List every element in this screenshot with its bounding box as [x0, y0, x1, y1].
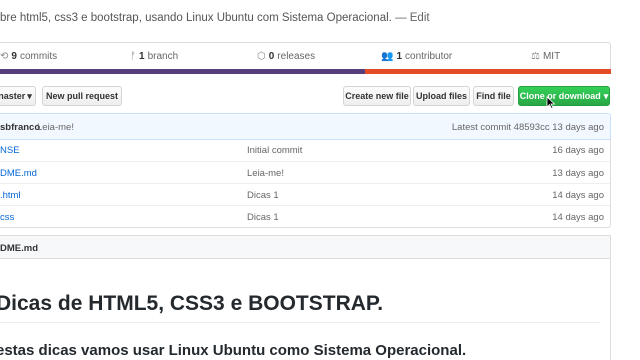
upload-files-button[interactable]: Upload files: [413, 86, 470, 106]
readme-heading: Dicas de HTML5, CSS3 e BOOTSTRAP.: [0, 292, 384, 315]
license-label: MIT: [542, 51, 561, 62]
file-age: 14 days ago: [552, 190, 604, 201]
file-name-link[interactable]: NSE: [0, 145, 20, 156]
upload-files-label: Upload files: [415, 91, 467, 101]
clone-or-download-button[interactable]: Clone or download ▾: [518, 86, 610, 106]
file-age: 16 days ago: [552, 145, 604, 156]
readme-body: Dicas de HTML5, CSS3 e BOOTSTRAP. estas …: [0, 258, 611, 360]
caret-down-icon: ▾: [27, 90, 32, 101]
file-commit-message[interactable]: Initial commit: [247, 145, 302, 156]
latest-commit-info: Latest commit 48593cc 13 days ago: [452, 122, 604, 133]
file-list: NSE Initial commit 16 days ago DME.md Le…: [0, 139, 611, 228]
readme-header: DME.md: [0, 235, 611, 259]
find-file-label: Find file: [476, 91, 511, 101]
file-commit-message[interactable]: Leia-me!: [247, 168, 284, 179]
file-row: DME.md Leia-me! 13 days ago: [0, 161, 610, 183]
repo-description: bre html5, css3 e bootstrap, usando Linu…: [0, 12, 430, 24]
releases-label: releases: [277, 51, 316, 62]
file-age: 13 days ago: [552, 168, 604, 179]
tag-icon: ⬡: [257, 50, 266, 62]
language-segment-secondary[interactable]: [365, 69, 611, 74]
latest-commit-label: Latest commit: [451, 122, 512, 133]
commit-age: 13 days ago: [552, 122, 604, 133]
new-pull-request-button[interactable]: New pull request: [42, 86, 122, 106]
repo-summary: ⟲ 9 commits ᚠ 1 branch ⬡ 0 releases 👥 1 …: [0, 42, 611, 72]
heading-divider: [0, 322, 600, 323]
releases-count: 0: [268, 51, 275, 62]
language-bar[interactable]: [0, 69, 611, 74]
latest-commit-bar: sbfranco Leia-me! Latest commit 48593cc …: [0, 113, 611, 140]
find-file-button[interactable]: Find file: [473, 86, 514, 106]
license-link[interactable]: ⚖ MIT: [531, 51, 560, 62]
clone-or-download-label: Clone or download: [519, 91, 601, 101]
commits-label: commits: [19, 51, 58, 62]
contributors-label: contributor: [405, 51, 453, 62]
releases-link[interactable]: ⬡ 0 releases: [257, 51, 315, 62]
file-row: css Dicas 1 14 days ago: [0, 205, 610, 227]
file-row: NSE Initial commit 16 days ago: [0, 139, 610, 161]
readme-subheading: estas dicas vamos usar Linux Ubuntu como…: [0, 342, 467, 359]
branch-icon: ᚠ: [130, 50, 136, 62]
commit-sha[interactable]: 48593cc: [514, 122, 550, 133]
people-icon: 👥: [381, 50, 394, 62]
file-commit-message[interactable]: Dicas 1: [247, 212, 279, 223]
create-new-file-button[interactable]: Create new file: [343, 86, 411, 106]
commit-message[interactable]: Leia-me!: [37, 122, 74, 133]
file-commit-message[interactable]: Dicas 1: [247, 190, 279, 201]
commits-link[interactable]: ⟲ 9 commits: [0, 51, 57, 62]
branch-select-button[interactable]: naster ▾: [0, 86, 36, 106]
commit-author[interactable]: sbfranco: [0, 122, 40, 133]
branch-label: branch: [147, 51, 179, 62]
repo-description-text: bre html5, css3 e bootstrap, usando Linu…: [0, 12, 392, 24]
history-icon: ⟲: [0, 50, 9, 62]
language-segment-primary[interactable]: [0, 69, 365, 74]
mouse-pointer-icon: [546, 96, 556, 109]
branches-link[interactable]: ᚠ 1 branch: [130, 51, 178, 62]
new-pull-request-label: New pull request: [45, 91, 118, 101]
contributors-count: 1: [396, 51, 403, 62]
file-name-link[interactable]: DME.md: [0, 168, 37, 179]
caret-down-icon: ▾: [603, 90, 609, 101]
file-name-link[interactable]: .html: [0, 190, 21, 201]
create-new-file-label: Create new file: [345, 91, 409, 101]
file-age: 14 days ago: [552, 212, 604, 223]
branch-select-label: naster: [0, 91, 26, 101]
file-name-link[interactable]: css: [0, 212, 14, 223]
edit-description-link[interactable]: — Edit: [395, 12, 430, 24]
law-icon: ⚖: [531, 50, 540, 62]
readme-filename: DME.md: [0, 243, 38, 254]
contributors-link[interactable]: 👥 1 contributor: [381, 51, 452, 62]
branch-count: 1: [139, 51, 145, 62]
file-row: .html Dicas 1 14 days ago: [0, 183, 610, 205]
commits-count: 9: [11, 51, 17, 62]
